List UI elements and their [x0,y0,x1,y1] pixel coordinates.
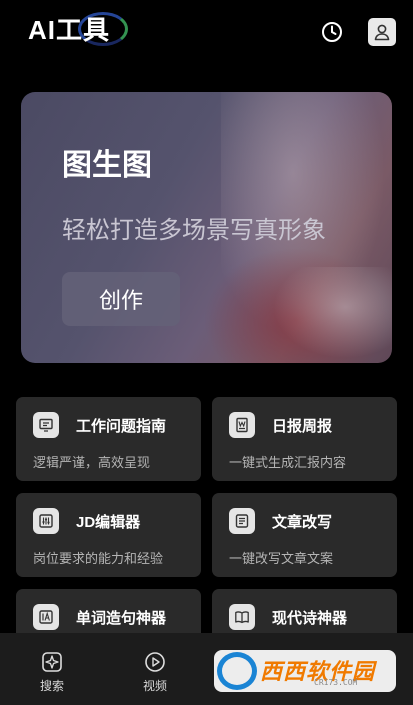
tool-card-desc: 逻辑严谨，高效呈现 [33,455,151,470]
nav-item-search[interactable]: 搜索 [17,633,87,705]
book-icon [229,604,255,630]
tool-card-desc: 一键式生成汇报内容 [229,455,347,470]
play-circle-icon [145,652,165,672]
hero-subtitle: 轻松打造多场景写真形象 [62,217,326,244]
search-sparkle-icon [42,652,62,672]
tool-card[interactable]: 工作问题指南 逻辑严谨，高效呈现 [16,397,201,481]
hero-title: 图生图 [62,149,152,182]
app-title: AI工具 [28,15,111,45]
tool-card-title: 单词造句神器 [76,610,167,627]
monitor-icon [33,412,59,438]
letter-a-icon [33,604,59,630]
tool-card-title: 文章改写 [272,514,333,531]
nav-label: 视频 [142,679,167,693]
profile-button[interactable] [368,18,396,46]
app-header: AI工具 [0,0,413,64]
tool-card[interactable]: 现代诗神器 [212,589,397,633]
create-button[interactable]: 创作 [62,272,180,326]
clock-icon [322,22,342,42]
tool-card[interactable]: JD编辑器 岗位要求的能力和经验 [16,493,201,577]
hero-banner[interactable]: 图生图 轻松打造多场景写真形象 创作 [21,92,392,363]
tool-card[interactable]: 文章改写 一键改写文章文案 [212,493,397,577]
tool-card-title: JD编辑器 [76,514,141,531]
brand-logo-icon [217,652,257,690]
tool-card[interactable]: 日报周报 一键式生成汇报内容 [212,397,397,481]
watermark: 西西软件园 CR173.COM [214,650,396,692]
tool-card-desc: 岗位要求的能力和经验 [33,551,164,566]
watermark-url: CR173.COM [314,678,358,687]
word-doc-icon [229,412,255,438]
sliders-icon [33,508,59,534]
tool-card-desc: 一键改写文章文案 [229,551,334,566]
nav-item-video[interactable]: 视频 [120,633,190,705]
document-icon [229,508,255,534]
history-button[interactable] [318,18,346,46]
nav-label: 搜索 [39,679,64,693]
tool-card-title: 工作问题指南 [76,418,167,435]
tool-card-title: 现代诗神器 [272,610,348,627]
tool-card-title: 日报周报 [272,418,333,435]
tool-card[interactable]: 单词造句神器 [16,589,201,633]
user-icon [374,24,390,41]
